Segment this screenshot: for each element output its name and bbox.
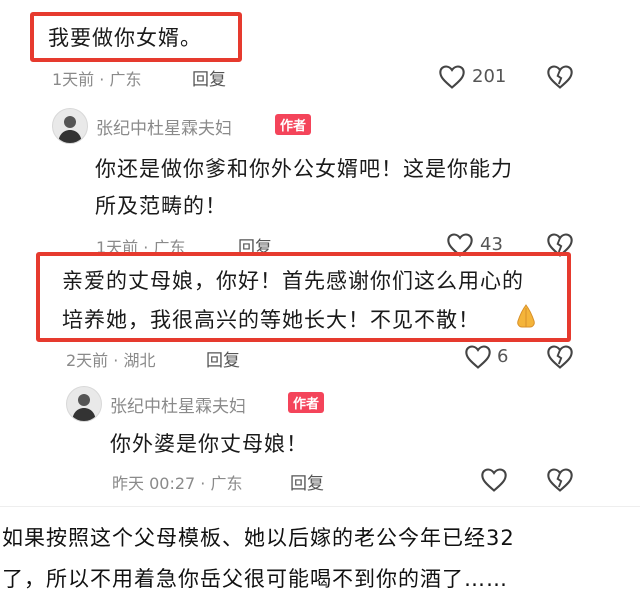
author-username[interactable]: 张纪中杜星霖夫妇 [110,392,246,417]
heart-icon[interactable] [480,467,508,493]
like-count: 201 [472,66,507,87]
broken-heart-icon[interactable] [546,344,574,370]
comment-meta: 2天前 · 湖北 [66,351,156,370]
pray-hands-emoji [517,304,535,328]
reply-button[interactable]: 回复 [192,65,226,90]
comment-meta: 昨天 00:27 · 广东 [112,474,243,493]
comment-text-line: 所及范畴的！ [95,194,227,218]
heart-icon[interactable] [438,64,466,90]
comment-text: 我要做你女婿。 [48,26,202,50]
caption-line: 了，所以不用着急你岳父很可能喝不到你的酒了…… [2,567,508,591]
comment-text-line: 你还是做你爹和你外公女婿吧！这是你能力 [95,157,513,181]
caption-line: 如果按照这个父母模板、她以后嫁的老公今年已经32 [2,526,515,550]
heart-icon[interactable] [464,344,492,370]
avatar[interactable] [66,386,102,422]
comment-text-line: 培养她，我很高兴的等她长大！不见不散！ [62,308,480,332]
divider [0,506,640,507]
broken-heart-icon[interactable] [546,64,574,90]
broken-heart-icon[interactable] [546,467,574,493]
like-count: 6 [497,346,509,367]
author-badge: 作者 [275,114,312,135]
avatar[interactable] [52,108,88,144]
comment-text-line: 亲爱的丈母娘，你好！首先感谢你们这么用心的 [62,269,524,293]
comment-text: 你外婆是你丈母娘！ [110,432,308,456]
reply-button[interactable]: 回复 [206,346,240,371]
author-badge: 作者 [288,392,325,413]
reply-button[interactable]: 回复 [290,469,324,494]
comment-meta: 1天前 · 广东 [52,70,142,89]
author-username[interactable]: 张纪中杜星霖夫妇 [96,114,232,139]
